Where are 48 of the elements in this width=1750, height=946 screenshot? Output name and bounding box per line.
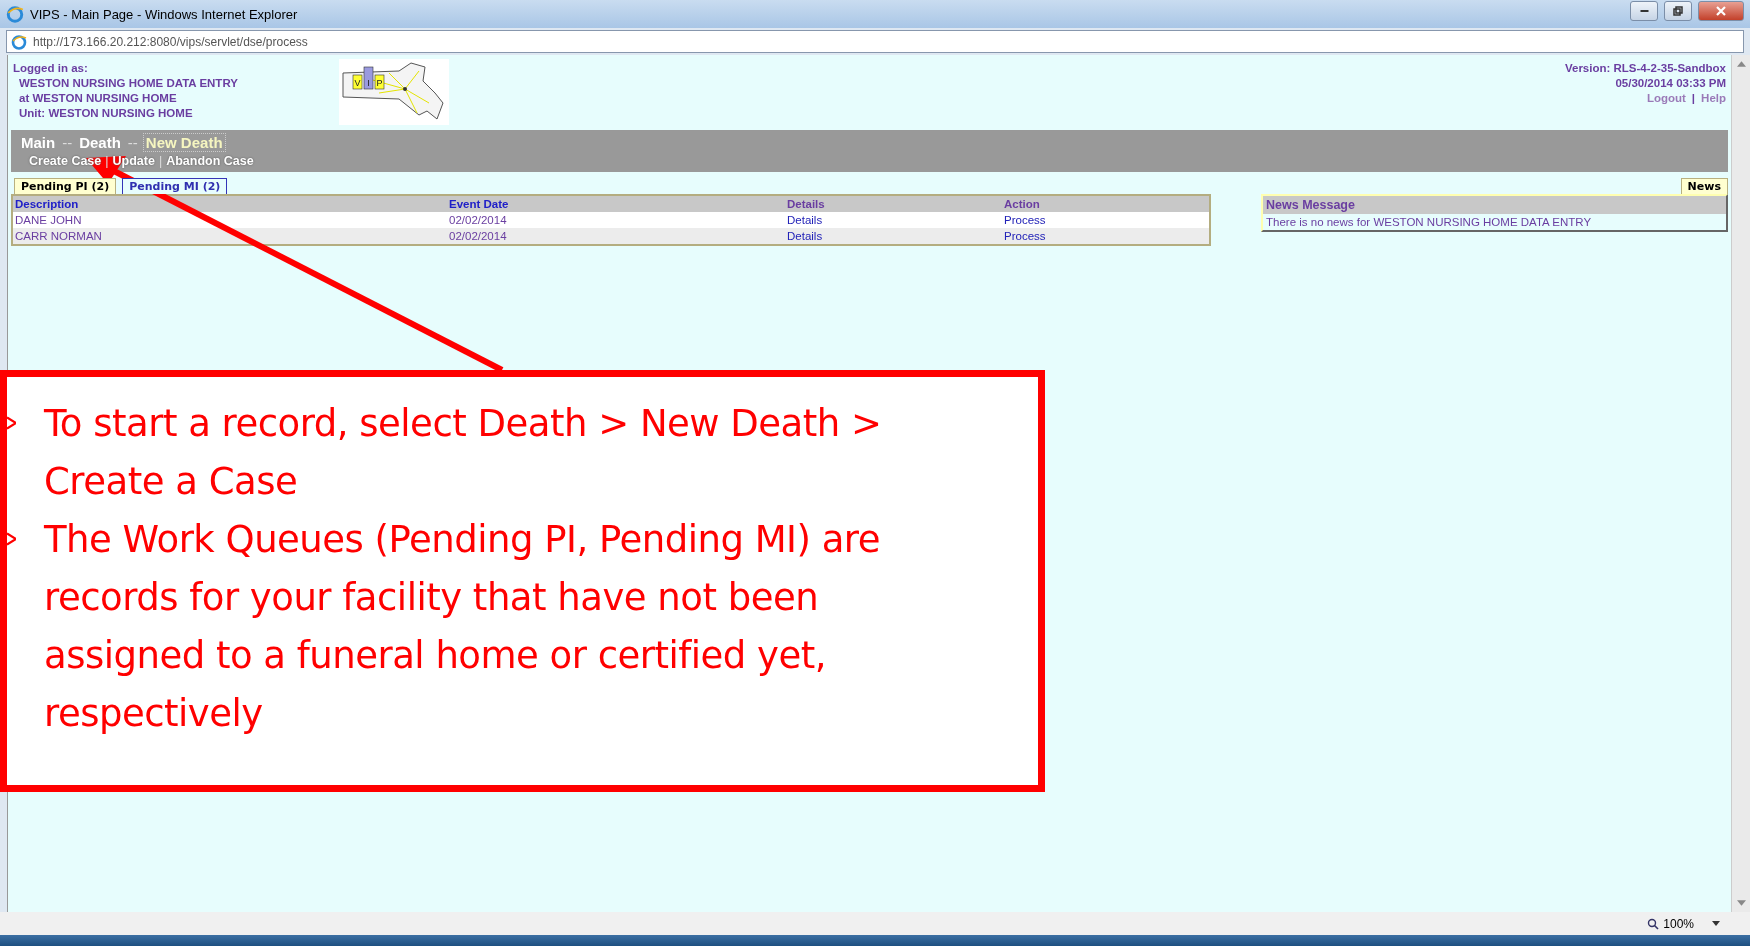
table-cell: DANE JOHN (12, 212, 447, 228)
scroll-up-icon[interactable] (1736, 61, 1746, 67)
queue-tab[interactable]: Pending MI (2) (122, 178, 228, 194)
action-separator: | (105, 154, 109, 168)
close-button[interactable] (1698, 1, 1744, 21)
facility-name: at WESTON NURSING HOME (18, 91, 178, 106)
breadcrumb-separator: -- (62, 134, 73, 151)
breadcrumb-separator: -- (127, 134, 138, 151)
address-field[interactable]: http://173.166.20.212:8080/vips/servlet/dse/process (6, 30, 1744, 53)
browser-logo-icon (6, 5, 24, 23)
process-link[interactable]: Process (1004, 214, 1046, 226)
user-name: WESTON NURSING HOME DATA ENTRY (18, 76, 239, 91)
link-separator: | (1691, 91, 1696, 106)
restore-icon (1672, 5, 1684, 17)
scrollbar[interactable] (1731, 55, 1750, 912)
table-cell: 02/02/2014 (447, 228, 785, 245)
zoom-icon (1647, 917, 1660, 930)
zoom-level[interactable]: 100% (1663, 916, 1694, 931)
logged-in-label: Logged in as: (12, 61, 89, 76)
details-link[interactable]: Details (787, 214, 823, 226)
version-text: Version: RLS-4-2-35-Sandbox (1564, 61, 1726, 76)
action-separator: | (158, 154, 163, 168)
process-link[interactable]: Process (1004, 230, 1046, 242)
table-cell: CARR NORMAN (12, 228, 447, 245)
callout-text: The Work Queues (Pending PI, Pending MI) are records for your facility that have not been assigned to a funeral home or certified yet, respectively (44, 517, 881, 737)
minimize-button[interactable] (1630, 1, 1658, 21)
column-header: Description (12, 195, 447, 212)
details-link[interactable]: Details (787, 230, 823, 242)
url-text: http://173.166.20.212:8080/vips/servlet/dse/process (33, 34, 308, 49)
queue-tab[interactable]: Pending PI (2) (14, 178, 117, 194)
map-logo: V I P (339, 59, 449, 125)
window-title: VIPS - Main Page - Windows Internet Explorer (30, 6, 298, 22)
news-message: There is no news for WESTON NURSING HOME DATA ENTRY (1265, 215, 1593, 230)
page-icon (11, 33, 27, 50)
close-icon (1715, 5, 1727, 17)
timestamp: 05/30/2014 03:33 PM (1615, 76, 1726, 91)
column-header: Event Date (447, 195, 785, 212)
minimize-icon (1639, 10, 1649, 12)
table-cell: 02/02/2014 (447, 212, 785, 228)
news-tab[interactable]: News (1680, 178, 1728, 194)
column-header: Action (1002, 195, 1210, 212)
news-heading: News Message (1263, 196, 1726, 214)
dropdown-caret-icon[interactable] (1712, 921, 1720, 926)
column-header: Details (785, 195, 1002, 212)
unit-name: Unit: WESTON NURSING HOME (18, 106, 194, 121)
callout-text: To start a record, select Death > New Death > Create a Case (44, 401, 883, 505)
scroll-down-icon[interactable] (1736, 900, 1746, 906)
restore-button[interactable] (1664, 1, 1692, 21)
